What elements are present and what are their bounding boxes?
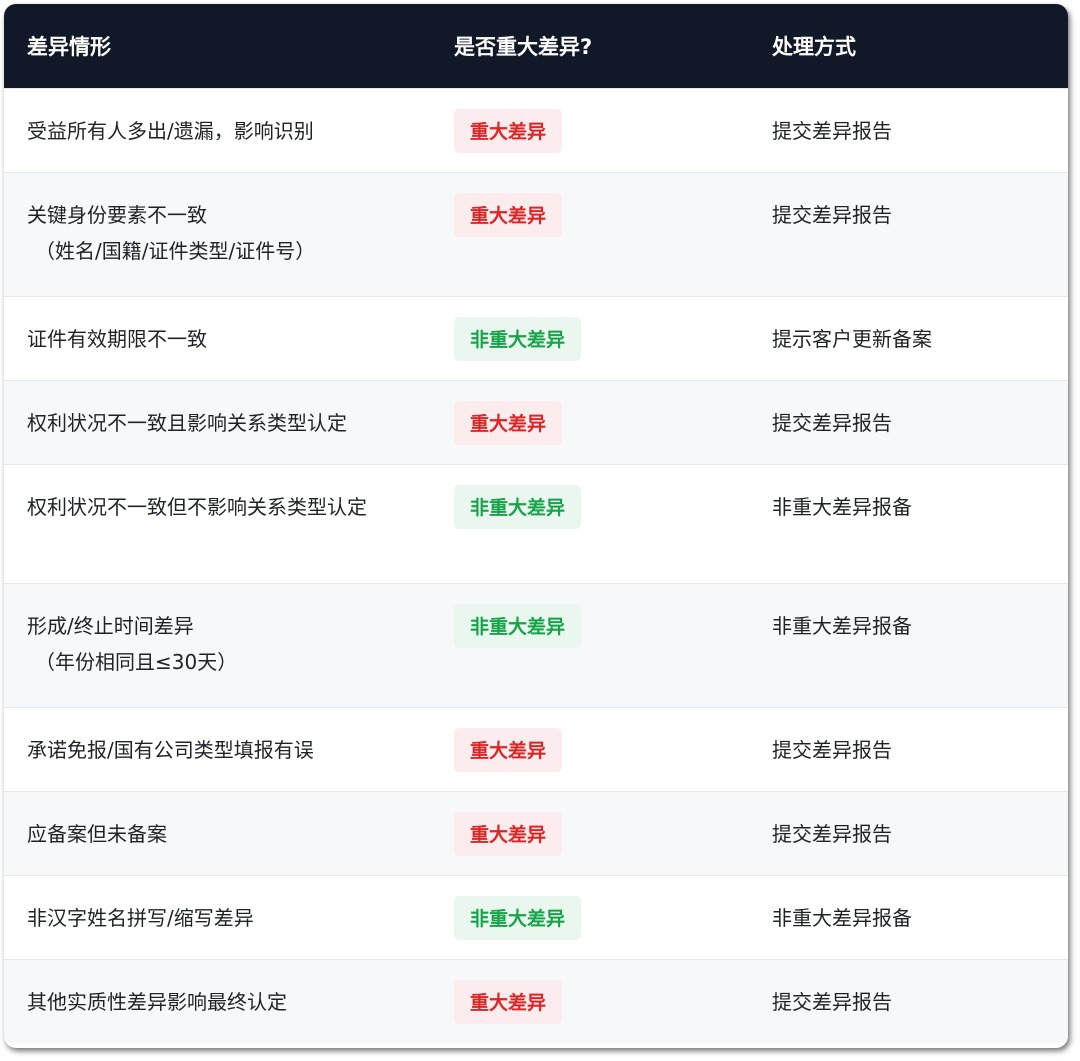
major-badge: 重大差异 [454,811,563,856]
badge-cell: 非重大差异 [431,464,749,583]
situation-cell: 非汉字姓名拼写/缩写差异 [4,875,431,959]
header-is-major: 是否重大差异? [454,34,593,59]
minor-badge: 非重大差异 [454,603,582,648]
situation-text: 权利状况不一致但不影响关系类型认定 [27,494,367,519]
discrepancy-table: 差异情形 是否重大差异? 处理方式 受益所有人多出/遗漏，影响识别 重大差异 提… [4,4,1068,1043]
header-situation: 差异情形 [27,34,111,59]
action-cell: 提交差异报告 [772,989,892,1014]
action-cell: 非重大差异报备 [772,613,912,638]
badge-cell: 重大差异 [431,172,749,296]
table-row: 关键身份要素不一致 （姓名/国籍/证件类型/证件号） 重大差异 提交差异报告 [4,172,1068,296]
table-row: 权利状况不一致但不影响关系类型认定 非重大差异 非重大差异报备 [4,464,1068,583]
major-badge: 重大差异 [454,108,563,153]
situation-text: 非汉字姓名拼写/缩写差异 [27,905,254,930]
badge-cell: 非重大差异 [431,875,749,959]
minor-badge: 非重大差异 [454,895,582,940]
action-cell: 提交差异报告 [772,821,892,846]
table-row: 承诺免报/国有公司类型填报有误 重大差异 提交差异报告 [4,707,1068,791]
badge-cell: 重大差异 [431,707,749,791]
action-cell: 提交差异报告 [772,410,892,435]
table-header: 差异情形 是否重大差异? 处理方式 [4,4,1068,88]
action-cell: 非重大差异报备 [772,905,912,930]
action-cell: 提交差异报告 [772,118,892,143]
table-row: 权利状况不一致且影响关系类型认定 重大差异 提交差异报告 [4,380,1068,464]
situation-text: 其他实质性差异影响最终认定 [27,989,287,1014]
situation-cell: 权利状况不一致但不影响关系类型认定 [4,464,431,583]
situation-text: 权利状况不一致且影响关系类型认定 [27,410,347,435]
situation-cell: 承诺免报/国有公司类型填报有误 [4,707,431,791]
situation-text: 受益所有人多出/遗漏，影响识别 [27,118,314,143]
situation-text: 承诺免报/国有公司类型填报有误 [27,737,314,762]
badge-cell: 重大差异 [431,88,749,172]
action-cell: 提交差异报告 [772,737,892,762]
minor-badge: 非重大差异 [454,316,582,361]
situation-cell: 其他实质性差异影响最终认定 [4,959,431,1043]
situation-note: （姓名/国籍/证件类型/证件号） [35,238,316,263]
badge-cell: 非重大差异 [431,583,749,707]
situation-text: 形成/终止时间差异 [27,613,194,638]
situation-text: 应备案但未备案 [27,821,167,846]
badge-cell: 重大差异 [431,791,749,875]
table-row: 其他实质性差异影响最终认定 重大差异 提交差异报告 [4,959,1068,1043]
situation-cell: 受益所有人多出/遗漏，影响识别 [4,88,431,172]
badge-cell: 非重大差异 [431,296,749,380]
action-cell: 非重大差异报备 [772,494,912,519]
badge-cell: 重大差异 [431,380,749,464]
situation-cell: 关键身份要素不一致 （姓名/国籍/证件类型/证件号） [4,172,431,296]
table-row: 证件有效期限不一致 非重大差异 提示客户更新备案 [4,296,1068,380]
discrepancy-table-card: 差异情形 是否重大差异? 处理方式 受益所有人多出/遗漏，影响识别 重大差异 提… [4,4,1068,1048]
table-row: 形成/终止时间差异 （年份相同且≤30天） 非重大差异 非重大差异报备 [4,583,1068,707]
major-badge: 重大差异 [454,400,563,445]
major-badge: 重大差异 [454,979,563,1024]
table-body: 受益所有人多出/遗漏，影响识别 重大差异 提交差异报告 关键身份要素不一致 （姓名… [4,88,1068,1043]
table-row: 应备案但未备案 重大差异 提交差异报告 [4,791,1068,875]
situation-cell: 形成/终止时间差异 （年份相同且≤30天） [4,583,431,707]
situation-text: 关键身份要素不一致 [27,202,207,227]
action-cell: 提示客户更新备案 [772,326,932,351]
situation-cell: 证件有效期限不一致 [4,296,431,380]
situation-cell: 权利状况不一致且影响关系类型认定 [4,380,431,464]
badge-cell: 重大差异 [431,959,749,1043]
table-row: 受益所有人多出/遗漏，影响识别 重大差异 提交差异报告 [4,88,1068,172]
header-action: 处理方式 [772,34,856,59]
situation-cell: 应备案但未备案 [4,791,431,875]
major-badge: 重大差异 [454,192,563,237]
situation-text: 证件有效期限不一致 [27,326,207,351]
major-badge: 重大差异 [454,727,563,772]
situation-note: （年份相同且≤30天） [35,649,238,674]
minor-badge: 非重大差异 [454,484,582,529]
table-row: 非汉字姓名拼写/缩写差异 非重大差异 非重大差异报备 [4,875,1068,959]
action-cell: 提交差异报告 [772,202,892,227]
